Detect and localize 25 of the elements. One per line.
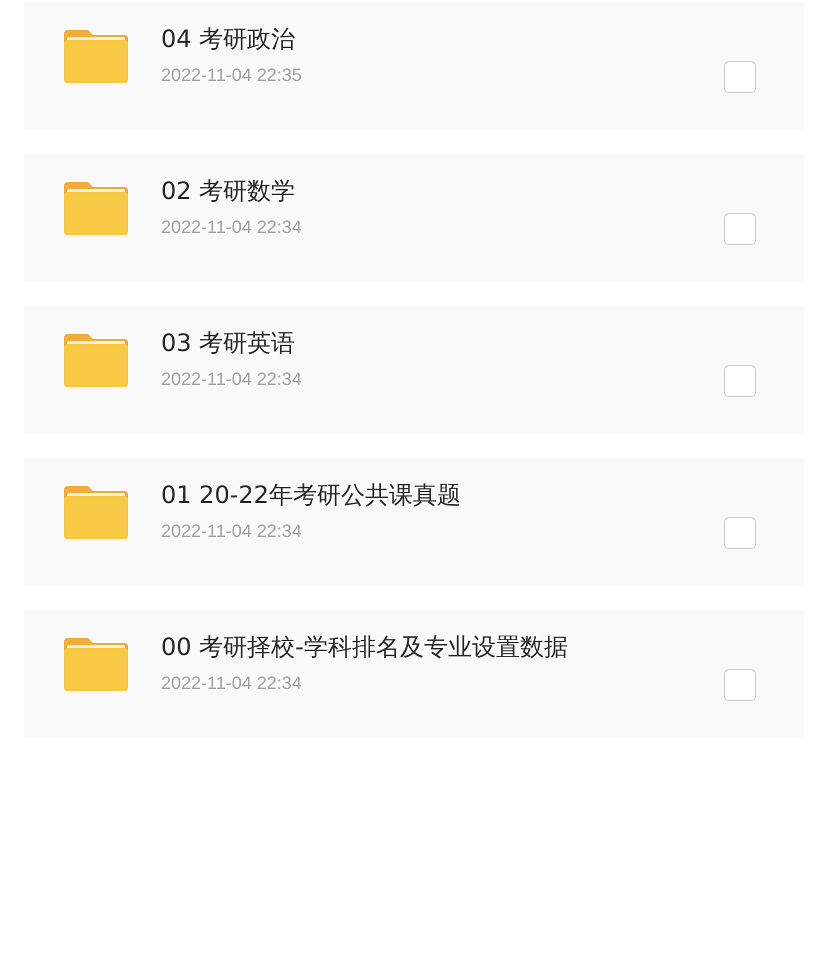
checkbox[interactable]: [724, 669, 756, 701]
modified-date: 2022-11-04 22:34: [161, 520, 303, 542]
checkbox[interactable]: [724, 365, 756, 397]
folder-icon: [64, 182, 128, 234]
modified-date: 2022-11-04 22:34: [161, 216, 303, 238]
folder-icon: [64, 486, 128, 538]
checkbox[interactable]: [724, 517, 756, 549]
checkbox[interactable]: [724, 213, 756, 245]
folder-card[interactable]: 01 20-22年考研公共课真题 2022-11-04 22:34: [24, 458, 804, 586]
folder-name: 00 考研择校-学科排名及专业设置数据: [161, 632, 569, 662]
folder-icon: [64, 30, 128, 82]
folder-card[interactable]: 02 考研数学 2022-11-04 22:34: [24, 154, 804, 282]
folder-icon: [64, 638, 128, 690]
checkbox[interactable]: [724, 61, 756, 93]
folder-name: 01 20-22年考研公共课真题: [161, 480, 462, 510]
folder-card[interactable]: 00 考研择校-学科排名及专业设置数据 2022-11-04 22:34: [24, 610, 804, 738]
modified-date: 2022-11-04 22:34: [161, 368, 303, 390]
folder-icon: [64, 334, 128, 386]
modified-date: 2022-11-04 22:34: [161, 672, 303, 694]
folder-name: 04 考研政治: [161, 24, 296, 54]
folder-card[interactable]: 04 考研政治 2022-11-04 22:35: [24, 2, 804, 130]
modified-date: 2022-11-04 22:35: [161, 64, 303, 86]
folder-name: 03 考研英语: [161, 328, 296, 358]
folder-name: 02 考研数学: [161, 176, 296, 206]
folder-card[interactable]: 03 考研英语 2022-11-04 22:34: [24, 306, 804, 434]
